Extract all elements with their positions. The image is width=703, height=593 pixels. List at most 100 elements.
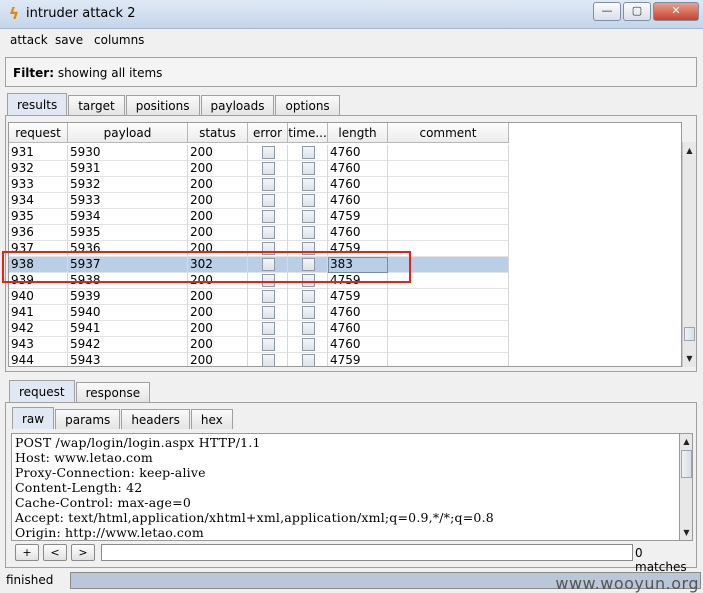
scroll-down-arrow-icon[interactable]: ▼ [683,352,696,366]
error-checkbox[interactable] [262,194,275,207]
tab-request[interactable]: request [9,380,75,402]
table-row[interactable]: 940 5939 200 4759 [9,289,509,305]
tab-hex[interactable]: hex [190,409,233,429]
table-row[interactable]: 939 5938 200 4759 [9,273,509,289]
search-bar: + < > 0 matches [11,544,693,574]
timeout-checkbox[interactable] [302,146,315,159]
cell-timeout [288,193,328,209]
timeout-checkbox[interactable] [302,226,315,239]
error-checkbox[interactable] [262,210,275,223]
scroll-down-arrow-icon[interactable]: ▼ [680,526,693,540]
error-checkbox[interactable] [262,258,275,271]
menu-attack[interactable]: attack [10,33,48,47]
menu-save[interactable]: save [55,33,83,47]
error-checkbox[interactable] [262,162,275,175]
timeout-checkbox[interactable] [302,274,315,287]
cell-timeout [288,209,328,225]
timeout-checkbox[interactable] [302,210,315,223]
timeout-checkbox[interactable] [302,338,315,351]
timeout-checkbox[interactable] [302,290,315,303]
cell-payload: 5930 [68,145,188,161]
timeout-checkbox[interactable] [302,242,315,255]
column-header-payload[interactable]: payload [68,123,188,143]
cell-status: 200 [188,177,248,193]
tab-options[interactable]: options [275,95,340,115]
table-row[interactable]: 932 5931 200 4760 [9,161,509,177]
column-header-length[interactable]: length [328,123,388,143]
table-row[interactable]: 935 5934 200 4759 [9,209,509,225]
watermark-text: www.wooyun.org [555,574,699,593]
menu-columns[interactable]: columns [94,33,144,47]
scroll-up-arrow-icon[interactable]: ▲ [683,144,696,158]
maximize-button[interactable]: ▢ [623,2,651,21]
close-button[interactable]: ✕ [653,2,699,21]
table-scrollbar[interactable]: ▲ ▼ [682,142,696,367]
filter-bar[interactable]: Filter: showing all items [5,57,697,87]
timeout-checkbox[interactable] [302,322,315,335]
cell-comment [388,337,509,353]
tab-positions[interactable]: positions [125,95,200,115]
tab-results[interactable]: results [7,93,68,115]
timeout-checkbox[interactable] [302,354,315,366]
column-header-status[interactable]: status [188,123,248,143]
cell-comment [388,193,509,209]
error-checkbox[interactable] [262,226,275,239]
column-header-timeout[interactable]: time... [288,123,328,143]
error-checkbox[interactable] [262,290,275,303]
table-row[interactable]: 943 5942 200 4760 [9,337,509,353]
table-row[interactable]: 931 5930 200 4760 [9,145,509,161]
table-row[interactable]: 938 5937 302 383 [9,257,509,273]
timeout-checkbox[interactable] [302,194,315,207]
error-checkbox[interactable] [262,274,275,287]
minimize-button[interactable]: — [593,2,621,21]
table-row[interactable]: 936 5935 200 4760 [9,225,509,241]
tab-raw[interactable]: raw [12,407,55,429]
cell-comment [388,209,509,225]
tab-target[interactable]: target [68,95,125,115]
request-editor[interactable]: POST /wap/login/login.aspx HTTP/1.1 Host… [11,433,680,541]
table-row[interactable]: 941 5940 200 4760 [9,305,509,321]
table-row[interactable]: 934 5933 200 4760 [9,193,509,209]
cell-length: 4760 [328,193,388,209]
scroll-thumb[interactable] [681,450,692,478]
tab-response[interactable]: response [75,382,151,402]
cell-comment [388,241,509,257]
error-checkbox[interactable] [262,322,275,335]
search-input[interactable] [101,544,633,561]
timeout-checkbox[interactable] [302,178,315,191]
timeout-checkbox[interactable] [302,258,315,271]
error-checkbox[interactable] [262,242,275,255]
cell-request: 944 [9,353,68,366]
cell-length: 4760 [328,225,388,241]
error-checkbox[interactable] [262,354,275,366]
cell-status: 200 [188,209,248,225]
editor-scrollbar[interactable]: ▲ ▼ [679,433,693,541]
error-checkbox[interactable] [262,146,275,159]
tab-headers[interactable]: headers [121,409,190,429]
scroll-thumb[interactable] [684,327,695,341]
table-row[interactable]: 933 5932 200 4760 [9,177,509,193]
cell-request: 933 [9,177,68,193]
tab-payloads[interactable]: payloads [200,95,275,115]
cell-length: 4760 [328,177,388,193]
timeout-checkbox[interactable] [302,306,315,319]
error-checkbox[interactable] [262,178,275,191]
search-next-button[interactable]: > [71,544,95,561]
cell-length: 4759 [328,353,388,366]
search-add-button[interactable]: + [15,544,39,561]
burp-lightning-icon: ϟ [8,4,20,23]
tab-params[interactable]: params [55,409,121,429]
column-header-request[interactable]: request [9,123,68,143]
table-row[interactable]: 937 5936 200 4759 [9,241,509,257]
table-row[interactable]: 944 5943 200 4759 [9,353,509,366]
timeout-checkbox[interactable] [302,162,315,175]
cell-comment [388,257,509,273]
error-checkbox[interactable] [262,338,275,351]
column-header-comment[interactable]: comment [388,123,509,143]
cell-comment [388,161,509,177]
error-checkbox[interactable] [262,306,275,319]
column-header-error[interactable]: error [248,123,288,143]
scroll-up-arrow-icon[interactable]: ▲ [680,435,693,449]
table-row[interactable]: 942 5941 200 4760 [9,321,509,337]
search-prev-button[interactable]: < [43,544,67,561]
